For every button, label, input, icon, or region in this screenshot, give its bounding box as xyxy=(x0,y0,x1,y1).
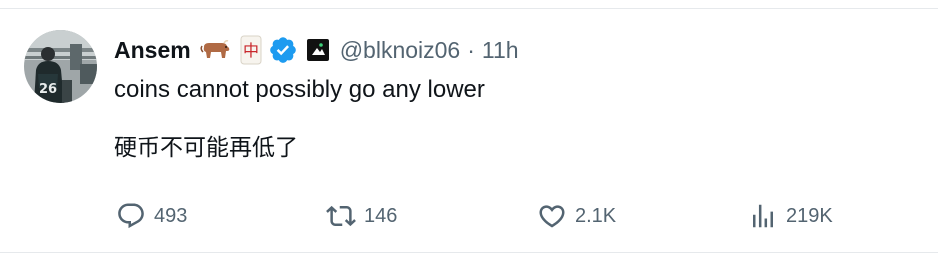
like-button[interactable]: 2.1K xyxy=(537,200,616,232)
views-button[interactable]: 219K xyxy=(748,200,833,232)
author-handle[interactable]: @blknoiz06 xyxy=(340,37,461,64)
top-divider xyxy=(0,8,938,9)
separator-dot: · xyxy=(467,36,475,63)
display-name[interactable]: Ansem xyxy=(114,37,191,64)
ox-emoji-icon xyxy=(199,40,231,60)
jersey-number: 26 xyxy=(39,82,57,97)
reply-button[interactable]: 493 xyxy=(116,200,187,232)
heart-icon xyxy=(537,201,567,231)
tweet-text-line-2: 硬币不可能再低了 xyxy=(114,135,298,161)
reply-icon xyxy=(116,201,146,231)
retweet-button[interactable]: 146 xyxy=(326,200,397,232)
reply-count: 493 xyxy=(154,204,188,227)
action-bar: 493 146 2.1K 219K xyxy=(0,200,938,232)
tweet-text-line-1: coins cannot possibly go any lower xyxy=(114,76,485,103)
like-count: 2.1K xyxy=(575,204,617,227)
avatar[interactable]: 26 xyxy=(24,30,97,103)
affiliate-badge-icon[interactable] xyxy=(306,38,330,62)
views-icon xyxy=(748,201,778,231)
retweet-count: 146 xyxy=(364,204,398,227)
views-count: 219K xyxy=(786,204,833,227)
bottom-divider xyxy=(0,252,938,253)
mahjong-tile-icon: 中 xyxy=(240,35,262,65)
retweet-icon xyxy=(326,201,356,231)
tweet-header: Ansem 中 @blknoiz06 · 11h xyxy=(114,34,519,66)
timestamp[interactable]: 11h xyxy=(482,37,519,64)
verified-badge-icon[interactable] xyxy=(268,35,298,65)
mahjong-tile-char: 中 xyxy=(243,41,259,60)
